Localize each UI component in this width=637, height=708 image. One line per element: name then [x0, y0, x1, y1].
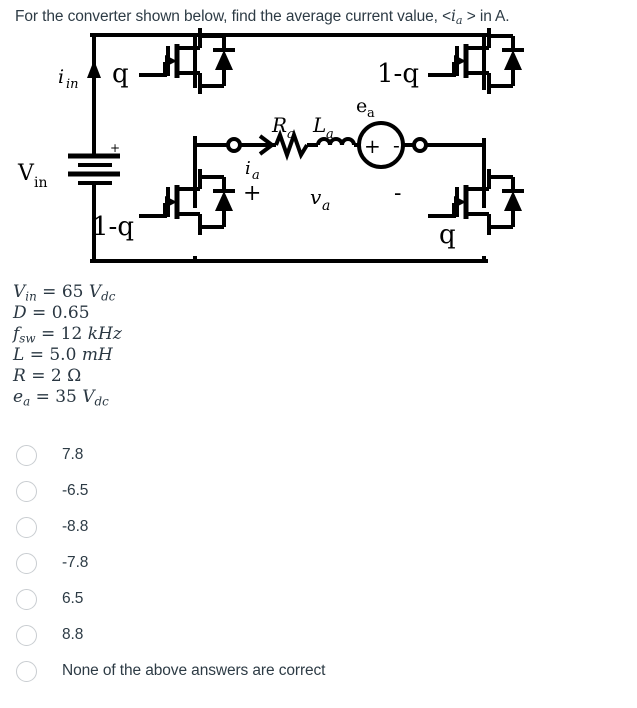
label-iin: i — [58, 66, 64, 88]
radio-button-icon[interactable] — [16, 480, 37, 502]
radio-button-icon[interactable] — [16, 552, 37, 574]
answer-option[interactable]: 7.8 — [0, 437, 637, 473]
answer-option[interactable]: 6.5 — [0, 581, 637, 617]
body-diode-top-right — [502, 48, 524, 70]
label-Ra: R — [271, 113, 287, 137]
label-q-top-right: 1-q — [377, 59, 419, 89]
label-ea-source-plus: + — [364, 134, 381, 158]
label-vin: V — [17, 161, 35, 186]
label-va-plus: + — [243, 181, 261, 206]
answer-option-label[interactable]: -6.5 — [62, 482, 88, 500]
circuit-diagram: i in + V in q 1-q 1-q q i a R a L a + - … — [0, 28, 637, 278]
body-diode-bottom-right — [502, 189, 524, 211]
radio-button-icon[interactable] — [16, 660, 37, 682]
radio-button-icon[interactable] — [16, 624, 37, 646]
label-vin-polarity-plus: + — [110, 141, 120, 155]
body-diode-bottom-left — [213, 189, 235, 211]
parameter-symbol-subscript: a — [23, 394, 31, 409]
mosfet-bottom-left — [139, 169, 226, 235]
label-ea-subscript: a — [367, 106, 375, 121]
parameter-unit: mH — [81, 345, 113, 365]
answer-option[interactable]: None of the above answers are correct — [0, 653, 637, 689]
parameter-symbol: L — [13, 345, 25, 365]
parameter-value: 35 — [55, 387, 77, 407]
parameter-row: fsw = 12 kHz — [13, 324, 313, 345]
question-stem-text-before: For the converter shown below, find the … — [15, 8, 452, 25]
current-arrow-iin — [87, 60, 101, 146]
label-va: v — [310, 185, 322, 209]
mosfet-top-left — [139, 28, 226, 94]
parameter-row: Vin = 65 Vdc — [13, 282, 313, 303]
label-q-bottom-right: q — [439, 220, 456, 250]
answer-option[interactable]: -6.5 — [0, 473, 637, 509]
parameter-equals: = — [29, 345, 44, 365]
parameter-row: ea = 35 Vdc — [13, 387, 313, 408]
parameter-unit: Ω — [67, 366, 82, 386]
body-diode-top-left — [213, 48, 235, 70]
label-La-subscript: a — [326, 127, 334, 142]
parameter-unit-subscript: dc — [101, 289, 116, 304]
inductor-La — [313, 137, 360, 147]
mosfet-top-right — [428, 28, 515, 94]
parameter-symbol: e — [13, 387, 24, 407]
node-terminal-left — [195, 137, 242, 153]
parameter-row: R = 2 Ω — [13, 366, 313, 387]
label-Ra-subscript: a — [287, 127, 295, 142]
label-La: L — [312, 113, 326, 137]
label-ea-source-minus: - — [393, 133, 400, 157]
dc-source-vin — [68, 153, 120, 185]
label-q-top-left: q — [112, 59, 129, 89]
label-vin-subscript: in — [34, 175, 48, 191]
parameter-equals: = — [35, 387, 50, 407]
answer-option-label[interactable]: None of the above answers are correct — [62, 662, 325, 680]
label-ia: i — [245, 158, 251, 179]
question-stem-text-after: > in A. — [466, 8, 510, 25]
answer-option-label[interactable]: 8.8 — [62, 626, 83, 644]
parameter-equals: = — [31, 366, 46, 386]
answer-option-label[interactable]: 7.8 — [62, 446, 83, 464]
parameter-row: D = 0.65 — [13, 303, 313, 324]
label-q-bottom-left: 1-q — [92, 212, 134, 242]
parameter-symbol: D — [13, 303, 27, 323]
circuit-diagram-svg: i in + V in q 1-q 1-q q i a R a L a + - … — [17, 28, 524, 263]
answer-option-label[interactable]: -7.8 — [62, 554, 88, 572]
answer-option-label[interactable]: 6.5 — [62, 590, 83, 608]
parameter-symbol: R — [13, 366, 26, 386]
radio-button-icon[interactable] — [16, 444, 37, 466]
label-va-subscript: a — [322, 198, 330, 214]
parameter-value: 0.65 — [51, 303, 90, 323]
parameter-unit: V — [88, 282, 102, 302]
parameter-value: 5.0 — [49, 345, 77, 365]
parameter-unit: kHz — [87, 324, 122, 344]
parameter-list: Vin = 65 Vdc D = 0.65 fsw = 12 kHz L = 5… — [13, 282, 313, 408]
answer-option-label[interactable]: -8.8 — [62, 518, 88, 536]
parameter-equals: = — [42, 282, 57, 302]
parameter-unit-subscript: dc — [94, 394, 109, 409]
parameter-symbol: V — [13, 282, 26, 302]
current-arrow-ia — [240, 134, 276, 156]
parameter-value: 12 — [60, 324, 83, 344]
parameter-equals: = — [32, 303, 47, 323]
node-terminal-right — [403, 137, 484, 153]
radio-button-icon[interactable] — [16, 588, 37, 610]
parameter-value: 65 — [61, 282, 84, 302]
answer-option[interactable]: 8.8 — [0, 617, 637, 653]
parameter-value: 2 — [50, 366, 62, 386]
parameter-equals: = — [40, 324, 56, 344]
parameter-symbol-subscript: sw — [19, 331, 36, 346]
label-ea: e — [356, 95, 367, 117]
answer-option[interactable]: -7.8 — [0, 545, 637, 581]
parameter-symbol-subscript: in — [25, 289, 37, 304]
label-va-minus: - — [394, 181, 401, 206]
parameter-row: L = 5.0 mH — [13, 345, 313, 366]
answer-options: 7.8 -6.5 -8.8 -7.8 6.5 8.8 None of the a… — [0, 437, 637, 689]
answer-option[interactable]: -8.8 — [0, 509, 637, 545]
radio-button-icon[interactable] — [16, 516, 37, 538]
question-stem-symbol-subscript: a — [455, 13, 463, 27]
parameter-unit: V — [82, 387, 95, 407]
label-iin-subscript: in — [66, 77, 79, 92]
